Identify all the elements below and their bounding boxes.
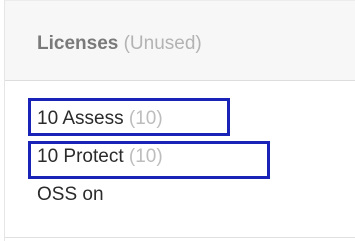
header-sublabel: (Unused) bbox=[123, 33, 202, 54]
license-label: OSS on bbox=[37, 184, 104, 205]
license-oss: OSS on bbox=[37, 184, 104, 206]
highlight-box-assess bbox=[28, 98, 230, 136]
header-top-border bbox=[5, 0, 355, 1]
licenses-column: Licenses (Unused) 10 Assess (10) 10 Prot… bbox=[0, 0, 355, 241]
header-label: Licenses bbox=[37, 33, 119, 54]
header-bottom-border bbox=[5, 80, 355, 81]
row-bottom-border bbox=[5, 237, 355, 238]
column-header-title[interactable]: Licenses (Unused) bbox=[37, 33, 202, 55]
highlight-box-protect bbox=[28, 141, 270, 179]
